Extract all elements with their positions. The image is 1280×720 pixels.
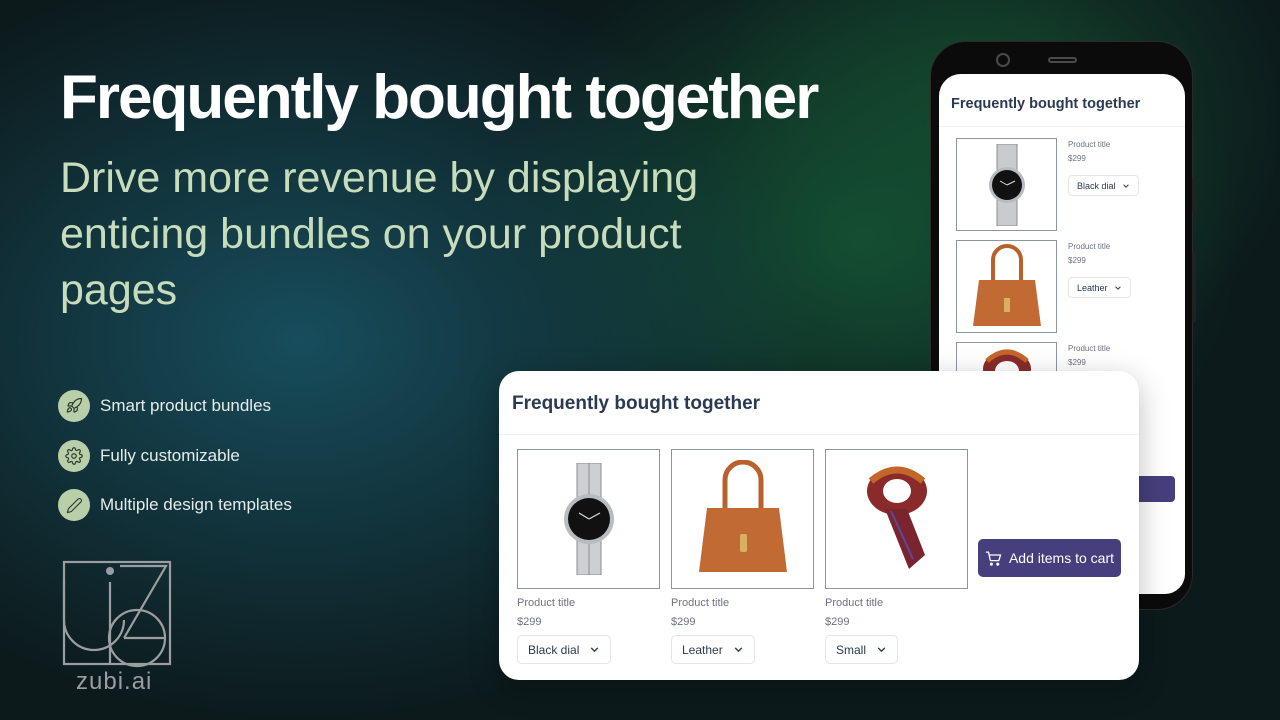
variant-select[interactable]: Leather bbox=[1068, 277, 1131, 298]
product-image-scarf[interactable] bbox=[825, 449, 968, 589]
phone-side-button bbox=[1192, 177, 1196, 212]
hero-subline: Drive more revenue by displaying enticin… bbox=[60, 154, 699, 314]
variant-select[interactable]: Leather bbox=[671, 635, 755, 664]
variant-select[interactable]: Black dial bbox=[1068, 175, 1139, 196]
product-price: $299 bbox=[671, 616, 696, 628]
feature-label: Smart product bundles bbox=[100, 396, 272, 415]
bundle-widget-card: Frequently bought together Product title… bbox=[499, 371, 1139, 680]
product-title: Product title bbox=[825, 597, 884, 609]
product-item: Product title $299 Black dial bbox=[517, 449, 660, 664]
feature-item: Smart product bundles bbox=[58, 390, 292, 422]
feature-list: Smart product bundles Fully customizable… bbox=[58, 390, 292, 539]
rocket-icon bbox=[58, 390, 90, 422]
phone-side-button bbox=[1192, 252, 1196, 322]
product-image-handbag[interactable] bbox=[671, 449, 814, 589]
feature-item: Multiple design templates bbox=[58, 489, 292, 521]
variant-select[interactable]: Black dial bbox=[517, 635, 612, 664]
variant-value: Small bbox=[836, 642, 867, 657]
gear-icon bbox=[58, 439, 90, 472]
variant-value: Leather bbox=[682, 642, 723, 657]
product-title: Product title bbox=[1068, 242, 1111, 251]
feature-item: Fully customizable bbox=[58, 439, 292, 472]
chevron-down-icon bbox=[1114, 285, 1121, 290]
product-title: Product title bbox=[1068, 344, 1111, 353]
camera-icon bbox=[996, 53, 1010, 67]
variant-select[interactable]: Small bbox=[825, 635, 899, 664]
chevron-down-icon bbox=[877, 647, 886, 653]
cart-icon bbox=[985, 550, 1002, 566]
divider bbox=[499, 434, 1139, 435]
variant-value: Leather bbox=[1077, 282, 1108, 293]
hero-headline: Frequently bought together bbox=[60, 63, 819, 132]
phone-product-item: Product title $299 Black dial bbox=[956, 138, 1185, 233]
variant-value: Black dial bbox=[528, 642, 580, 657]
phone-widget-title: Frequently bought together bbox=[951, 96, 1141, 112]
product-price: $299 bbox=[1068, 154, 1086, 163]
product-item: Product title $299 Small bbox=[825, 449, 968, 664]
brand-name: zubi.ai bbox=[76, 668, 153, 695]
product-title: Product title bbox=[517, 597, 576, 609]
chevron-down-icon bbox=[591, 647, 599, 653]
widget-title: Frequently bought together bbox=[512, 393, 761, 414]
product-price: $299 bbox=[1068, 256, 1086, 265]
phone-product-item: Product title $299 Leather bbox=[956, 240, 1185, 335]
pencil-icon bbox=[58, 489, 90, 521]
add-items-to-cart-button[interactable]: Add items to cart bbox=[978, 539, 1121, 577]
speaker-icon bbox=[1048, 57, 1077, 63]
variant-value: Black dial bbox=[1077, 180, 1116, 191]
product-price: $299 bbox=[825, 616, 850, 628]
chevron-down-icon bbox=[1122, 183, 1129, 188]
product-image-handbag[interactable] bbox=[956, 240, 1057, 333]
cart-button-label: Add items to cart bbox=[1008, 550, 1115, 566]
feature-label: Fully customizable bbox=[100, 445, 240, 465]
product-item: Product title $299 Leather bbox=[671, 449, 814, 664]
product-title: Product title bbox=[1068, 140, 1111, 149]
product-image-watch[interactable] bbox=[517, 449, 660, 589]
product-price: $299 bbox=[1068, 358, 1086, 367]
product-image-watch[interactable] bbox=[956, 138, 1057, 231]
product-title: Product title bbox=[671, 597, 730, 609]
chevron-down-icon bbox=[734, 647, 742, 653]
product-price: $299 bbox=[517, 616, 542, 628]
divider bbox=[939, 126, 1185, 127]
feature-label: Multiple design templates bbox=[100, 495, 292, 514]
